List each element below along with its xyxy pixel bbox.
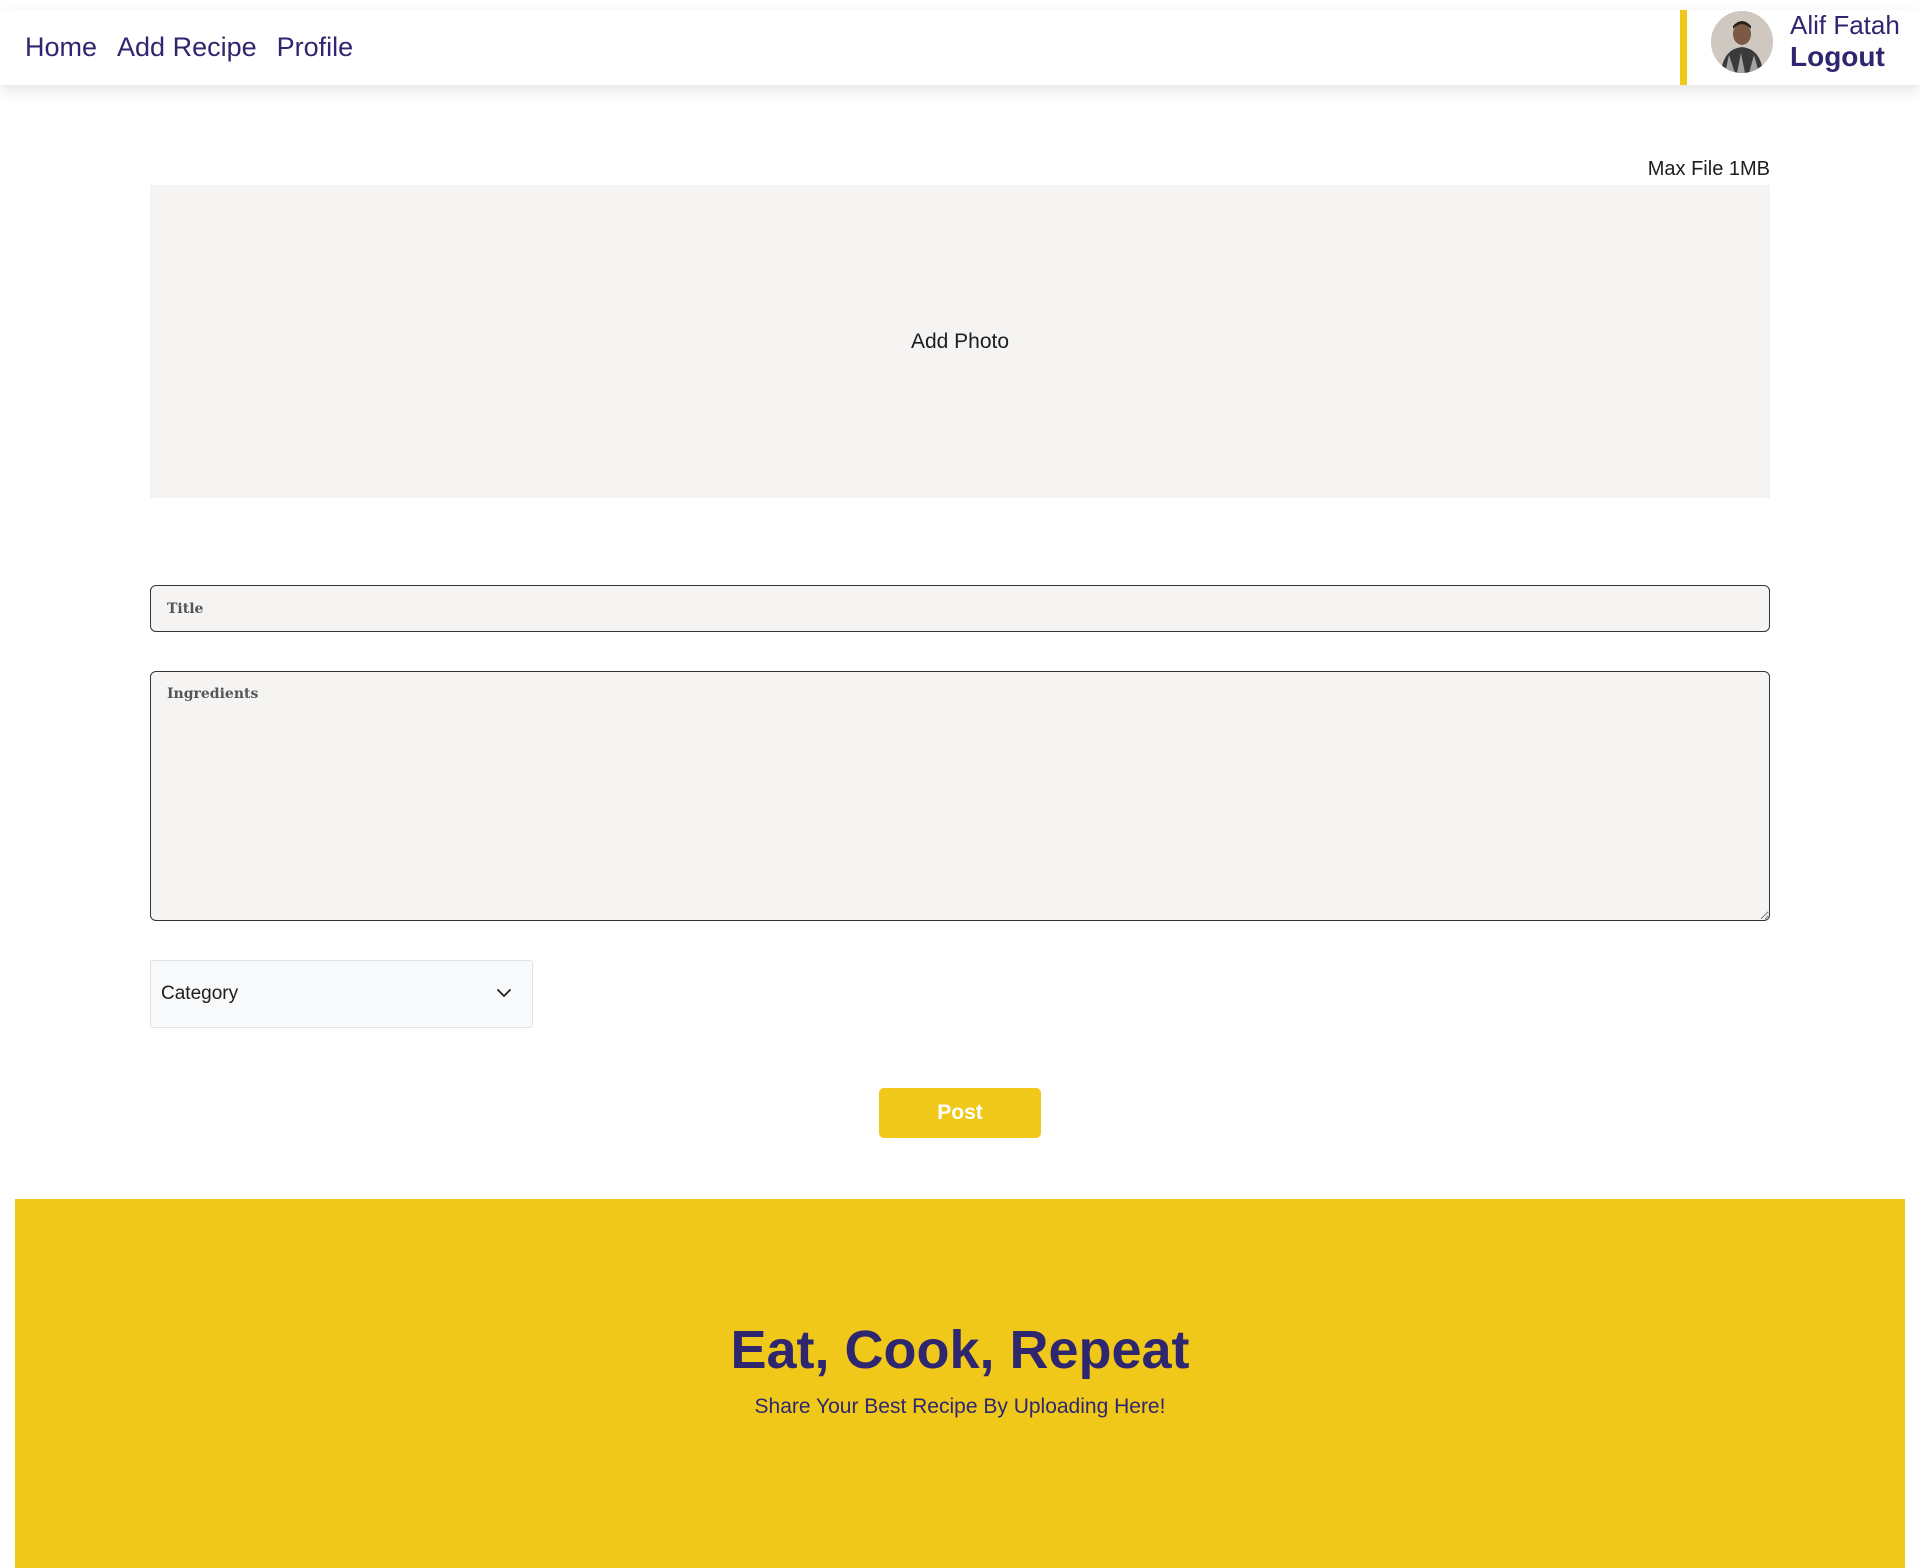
post-button[interactable]: Post	[879, 1088, 1041, 1138]
category-select-value: Category	[161, 983, 239, 1004]
footer-subtitle: Share Your Best Recipe By Uploading Here…	[754, 1395, 1166, 1418]
category-select[interactable]: Category	[150, 960, 533, 1028]
title-input[interactable]	[150, 585, 1770, 632]
nav-link-home[interactable]: Home	[25, 32, 97, 63]
nav-link-profile[interactable]: Profile	[277, 32, 354, 63]
logout-link[interactable]: Logout	[1790, 41, 1885, 73]
nav-links: Home Add Recipe Profile	[25, 10, 353, 85]
user-name: Alif Fatah	[1790, 10, 1900, 40]
top-navbar: Home Add Recipe Profile Alif Fatah Logou…	[0, 10, 1920, 85]
ingredients-textarea[interactable]	[150, 671, 1770, 921]
user-box: Alif Fatah Logout	[1680, 10, 1920, 85]
add-photo-dropzone[interactable]: Add Photo	[150, 185, 1770, 498]
max-file-note: Max File 1MB	[1647, 158, 1770, 180]
avatar[interactable]	[1711, 11, 1773, 73]
nav-link-add-recipe[interactable]: Add Recipe	[117, 32, 257, 63]
chevron-down-icon	[497, 989, 511, 997]
footer-title: Eat, Cook, Repeat	[730, 1320, 1190, 1380]
add-photo-label: Add Photo	[910, 329, 1010, 353]
footer-banner: Eat, Cook, Repeat Share Your Best Recipe…	[15, 1199, 1905, 1568]
avatar-photo-icon	[1711, 11, 1773, 73]
